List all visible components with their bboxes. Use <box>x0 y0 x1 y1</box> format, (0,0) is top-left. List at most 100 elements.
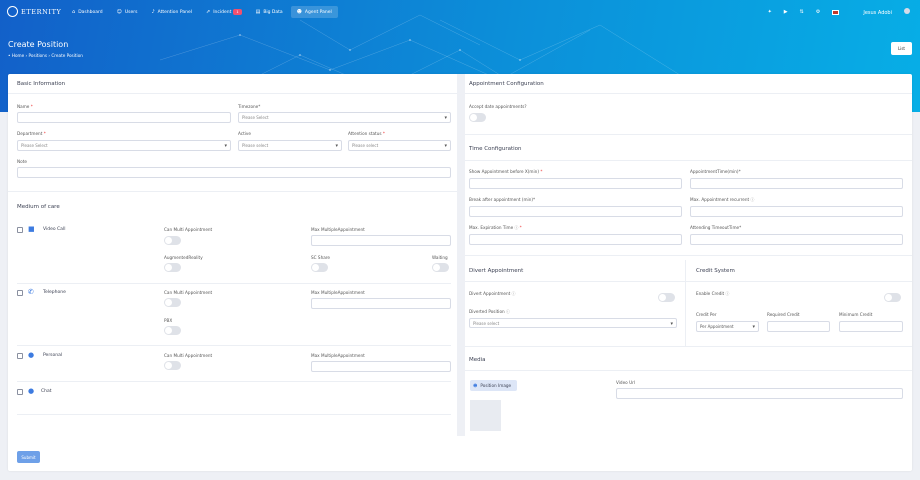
attention-status-select[interactable]: Please select <box>348 140 451 151</box>
divider <box>465 160 912 161</box>
phone-icon: ✆ <box>28 288 34 296</box>
video-max-label: Max MultipleAppointment <box>311 227 365 232</box>
note-input[interactable] <box>17 167 451 178</box>
video-max-input[interactable] <box>311 235 451 246</box>
telephone-label: Telephone <box>43 290 66 295</box>
list-button[interactable]: List <box>891 42 912 55</box>
brand-name: ETERNITY <box>21 7 62 16</box>
sort-icon[interactable]: ⇅ <box>800 9 804 15</box>
personal-label: Personal <box>43 353 63 358</box>
attending-timeout-input[interactable] <box>690 234 903 245</box>
breadcrumb: • Home › Positions › Create Position <box>8 53 83 58</box>
name-input[interactable] <box>17 112 231 123</box>
divider <box>465 93 912 94</box>
media-title: Media <box>469 357 486 363</box>
nav-item-big-data[interactable]: ▤ Big Data <box>250 6 289 18</box>
pbx-toggle[interactable] <box>164 326 181 335</box>
video-url-input[interactable] <box>616 388 903 399</box>
play-icon[interactable]: ▶ <box>784 9 788 15</box>
name-label: Name * <box>17 104 33 109</box>
diverted-position-select[interactable]: Please select <box>469 318 677 328</box>
position-image-button[interactable]: ☻ Position Image <box>470 380 517 391</box>
minimum-credit-input[interactable] <box>839 321 903 332</box>
breadcrumb-positions[interactable]: Positions <box>29 53 48 58</box>
column-divider <box>457 74 465 436</box>
divider <box>465 134 912 135</box>
required-credit-input[interactable] <box>767 321 830 332</box>
nav-item-incident[interactable]: ⇗ Incident 1 <box>200 6 248 18</box>
external-link-icon: ⇗ <box>205 9 211 15</box>
active-select[interactable]: Please select <box>238 140 342 151</box>
appointment-time-input[interactable] <box>690 178 903 189</box>
form-card: Basic Information Name * Timezone* Pleas… <box>8 74 912 471</box>
incident-badge: 1 <box>233 9 242 15</box>
chat-label: Chat <box>41 389 52 394</box>
telephone-max-label: Max MultipleAppointment <box>311 290 365 295</box>
breadcrumb-home[interactable]: Home <box>12 53 24 58</box>
settings-icon[interactable]: ⚙ <box>816 9 820 15</box>
video-call-checkbox[interactable] <box>17 227 23 233</box>
divider <box>17 345 451 346</box>
show-before-label: Show Appointment before X(min) * <box>469 169 543 174</box>
nav-item-agent-panel[interactable]: ☻ Agent Panel <box>290 6 338 18</box>
vertical-divider <box>685 260 686 346</box>
page-title: Create Position <box>8 40 69 49</box>
personal-checkbox[interactable] <box>17 353 23 359</box>
appointment-time-label: AppointmentTime(min)* <box>690 169 741 174</box>
department-select[interactable]: Please Select <box>17 140 231 151</box>
personal-max-input[interactable] <box>311 361 451 372</box>
credit-per-label: Credit Per <box>696 312 717 317</box>
submit-button[interactable]: Submit <box>17 451 40 463</box>
telephone-multi-toggle[interactable] <box>164 298 181 307</box>
home-icon: ⌂ <box>72 9 76 15</box>
video-call-label: Video Call <box>43 227 66 232</box>
credit-title: Credit System <box>696 268 735 274</box>
screen-share-toggle[interactable] <box>311 263 328 272</box>
users-icon: ☺ <box>116 9 122 15</box>
expiration-input[interactable] <box>469 234 682 245</box>
flag-icon[interactable] <box>832 9 840 15</box>
info-icon: ⓘ <box>511 291 516 296</box>
break-after-input[interactable] <box>469 206 682 217</box>
video-url-label: Video Url <box>616 380 636 385</box>
pbx-label: PBX <box>164 318 173 323</box>
personal-multi-toggle[interactable] <box>164 361 181 370</box>
show-before-input[interactable] <box>469 178 682 189</box>
lock-icon[interactable]: ✦ <box>768 9 772 15</box>
waiting-label: Waiting <box>432 255 448 260</box>
user-toolbar: ✦ ▶ ⇅ ⚙ Jesus Adobi <box>756 8 910 16</box>
nav-item-dashboard[interactable]: ⌂ Dashboard <box>66 6 109 18</box>
video-camera-icon: ■ <box>28 225 35 233</box>
enable-credit-toggle[interactable] <box>884 293 901 302</box>
nav-item-attention-panel[interactable]: ♪ Attention Panel <box>145 6 198 18</box>
brand-logo[interactable]: ETERNITY <box>7 6 61 17</box>
telephone-multi-label: Can Multi Appointment <box>164 290 213 295</box>
info-icon: ⓘ <box>725 291 730 296</box>
divert-toggle[interactable] <box>658 293 675 302</box>
timezone-select[interactable]: Please Select <box>238 112 451 123</box>
video-multi-toggle[interactable] <box>164 236 181 245</box>
video-multi-label: Can Multi Appointment <box>164 227 213 232</box>
appointment-config-title: Appointment Configuration <box>469 81 544 87</box>
telephone-max-input[interactable] <box>311 298 451 309</box>
telephone-checkbox[interactable] <box>17 290 23 296</box>
minimum-credit-label: Minimum Credit <box>839 312 873 317</box>
screen-share-label: SC Share <box>311 255 330 260</box>
expiration-label: Max. Expiration Time ⓘ * <box>469 225 522 230</box>
augmented-reality-label: AugmentedReality <box>164 255 203 260</box>
user-menu[interactable]: Jesus Adobi <box>851 8 910 16</box>
credit-per-select[interactable]: Per Appointment <box>696 321 759 332</box>
max-recurrent-input[interactable] <box>690 206 903 217</box>
nav-item-users[interactable]: ☺ Users <box>111 6 144 18</box>
waiting-toggle[interactable] <box>432 263 449 272</box>
personal-multi-label: Can Multi Appointment <box>164 353 213 358</box>
chat-bubble-icon: ● <box>28 387 35 395</box>
divider <box>17 414 451 415</box>
diverted-position-label: Diverted Position ⓘ <box>469 309 510 314</box>
divider <box>8 93 457 94</box>
database-icon: ▤ <box>255 9 261 15</box>
chat-checkbox[interactable] <box>17 389 23 395</box>
augmented-reality-toggle[interactable] <box>164 263 181 272</box>
break-after-label: Break after appointment (min)* <box>469 197 536 202</box>
accept-date-toggle[interactable] <box>469 113 486 122</box>
